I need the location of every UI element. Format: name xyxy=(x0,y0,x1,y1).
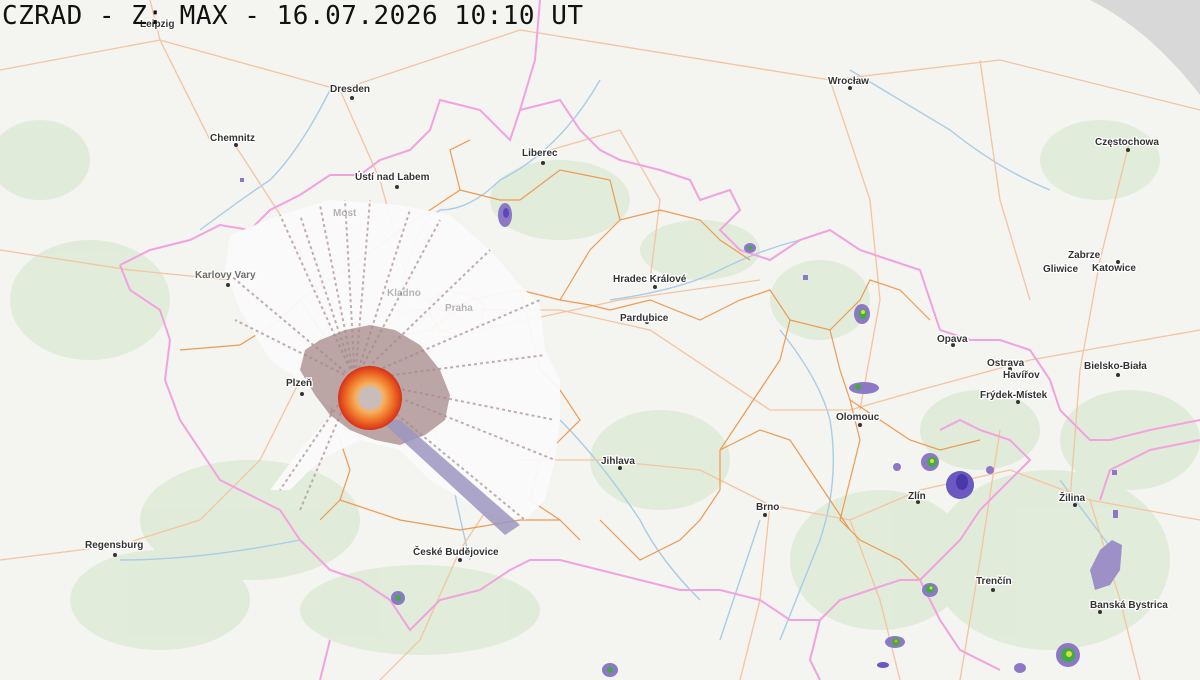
city-label-pardubice: Pardubice xyxy=(620,313,669,324)
city-label-ceske-budejovice: České Budějovice xyxy=(413,545,499,558)
cell-olomouc-north xyxy=(849,382,879,394)
city-label-most: Most xyxy=(333,208,357,219)
cell-vsetin xyxy=(986,466,994,474)
city-label-liberec: Liberec xyxy=(522,148,558,159)
cell-small-1 xyxy=(240,178,244,182)
cell-liberec xyxy=(498,203,512,227)
cell-zlin-east xyxy=(946,471,974,499)
city-label-jihlava: Jihlava xyxy=(601,456,635,467)
city-label-opava: Opava xyxy=(937,334,968,345)
cell-south-1 xyxy=(922,583,938,597)
city-label-gliwice: Gliwice xyxy=(1043,264,1078,275)
city-label-bielsko: Bielsko-Biała xyxy=(1084,361,1147,372)
radar-core xyxy=(338,366,402,430)
city-label-zlin: Zlín xyxy=(908,491,926,502)
city-label-havirov: Havířov xyxy=(1003,370,1040,381)
city-label-plzen: Plzeň xyxy=(286,378,312,389)
cell-south-2 xyxy=(885,636,905,648)
city-label-brno: Brno xyxy=(756,502,779,513)
city-label-dresden: Dresden xyxy=(330,84,370,95)
city-label-regensburg: Regensburg xyxy=(85,540,143,551)
cell-sumava xyxy=(391,591,405,605)
city-label-trencin: Trenčín xyxy=(976,576,1012,587)
cell-south-4 xyxy=(602,663,618,677)
cell-south-3 xyxy=(877,662,889,668)
city-label-hradec: Hradec Králové xyxy=(613,274,687,285)
city-label-zabrze: Zabrze xyxy=(1068,250,1101,261)
map-title: CZRAD - Z: MAX - 16.07.2026 10:10 UT xyxy=(2,1,584,31)
cell-brno-east xyxy=(893,463,901,471)
city-label-usti: Ústí nad Labem xyxy=(355,170,430,183)
cell-slovakia-2 xyxy=(1056,643,1080,667)
cell-small-3 xyxy=(1112,470,1117,475)
radar-map[interactable]: Leipzig Dresden Chemnitz Wrocław Częstoc… xyxy=(0,0,1200,680)
cell-small-4 xyxy=(1113,510,1118,518)
cell-krkonose xyxy=(744,243,756,253)
city-label-olomouc: Olomouc xyxy=(836,412,880,423)
city-label-banska-bystrica: Banská Bystrica xyxy=(1090,600,1168,611)
city-label-czestochowa: Częstochowa xyxy=(1095,137,1159,148)
city-label-ostrava: Ostrava xyxy=(987,358,1025,369)
cell-small-2 xyxy=(803,275,808,280)
city-label-kladno: Kladno xyxy=(387,288,421,299)
cell-slovakia-3 xyxy=(1014,663,1026,673)
city-label-wroclaw: Wrocław xyxy=(828,76,869,87)
city-label-chemnitz: Chemnitz xyxy=(210,133,255,144)
city-label-katowice: Katowice xyxy=(1092,263,1136,274)
city-label-praha: Praha xyxy=(445,303,473,314)
cell-zlin-west xyxy=(921,453,939,471)
city-label-zilina: Žilina xyxy=(1059,491,1086,504)
city-label-frydek: Frýdek-Místek xyxy=(980,390,1048,401)
cell-jesenik xyxy=(854,304,870,324)
city-label-karlovy-vary: Karlovy Vary xyxy=(195,270,256,281)
